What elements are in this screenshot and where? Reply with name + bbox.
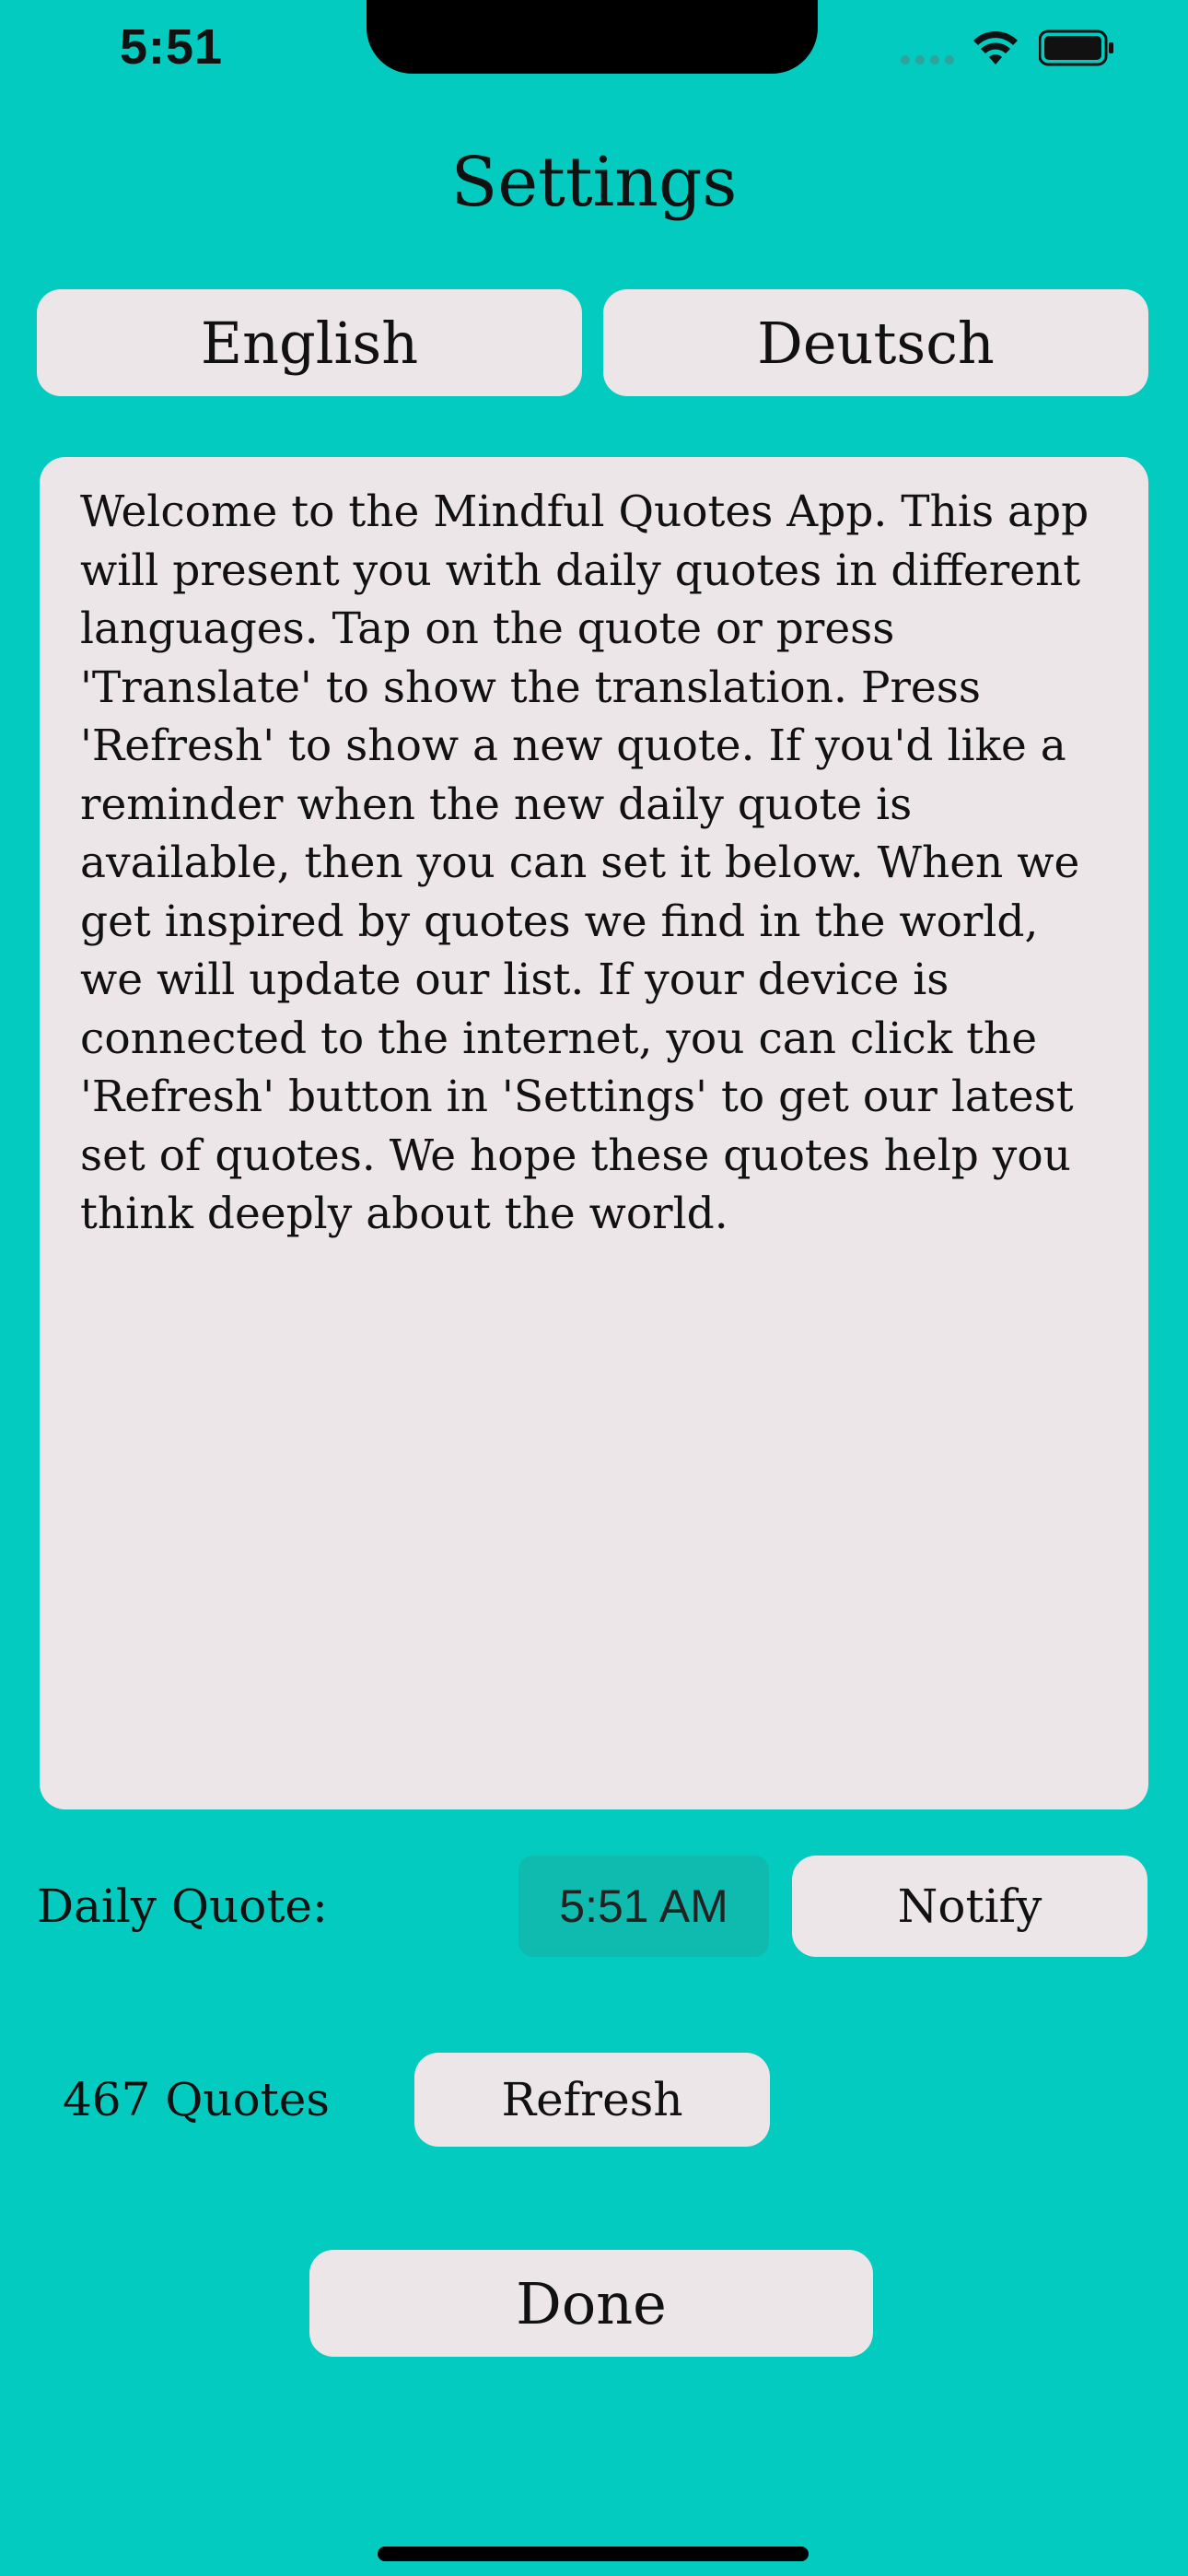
home-indicator[interactable] [378,2547,809,2561]
wifi-icon [973,31,1018,64]
english-button[interactable]: English [37,289,582,396]
device-notch [367,0,818,74]
page-title: Settings [450,143,738,222]
info-text: Welcome to the Mindful Quotes App. This … [80,486,1089,1239]
daily-quote-label: Daily Quote: [37,1879,328,1933]
status-time: 5:51 [120,19,224,75]
notify-button[interactable]: Notify [792,1856,1147,1957]
done-button[interactable]: Done [309,2250,873,2357]
deutsch-button[interactable]: Deutsch [603,289,1148,396]
refresh-button[interactable]: Refresh [414,2053,770,2147]
battery-icon [1039,29,1113,66]
cellular-signal-icon [901,55,954,64]
quote-count-label: 467 Quotes [63,2073,330,2126]
daily-quote-time-picker[interactable]: 5:51 AM [518,1856,769,1957]
info-text-box[interactable]: Welcome to the Mindful Quotes App. This … [40,457,1148,1809]
